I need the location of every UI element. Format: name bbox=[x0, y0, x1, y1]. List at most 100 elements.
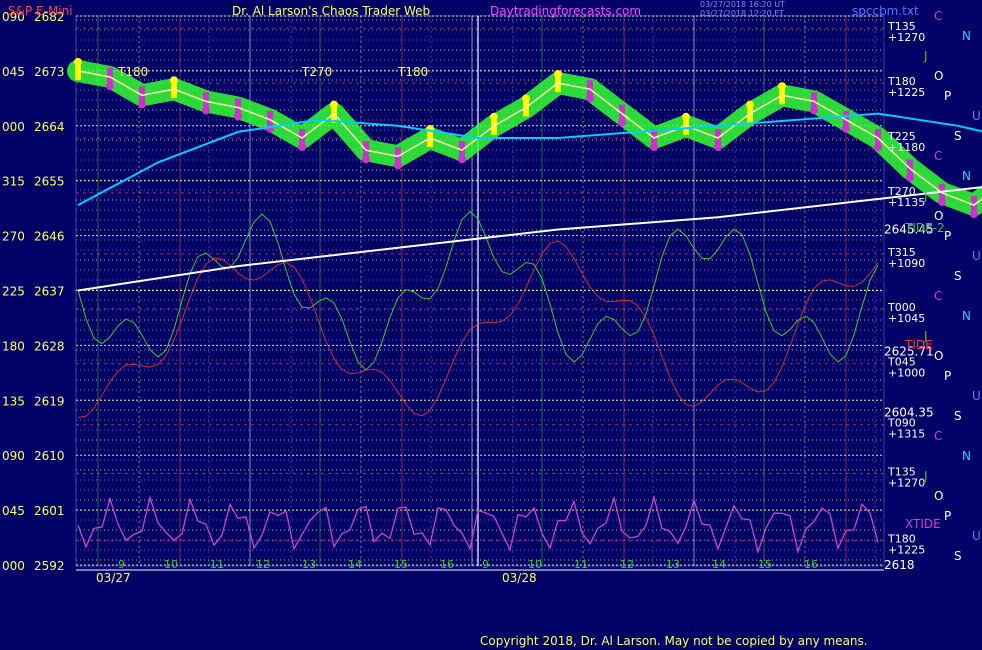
price-bar-cap bbox=[522, 94, 530, 103]
planet-letter: S bbox=[954, 129, 962, 143]
price-bar-cap bbox=[234, 112, 242, 121]
x-hour-label: 14 bbox=[348, 558, 362, 571]
planet-letter: P bbox=[944, 369, 951, 383]
price-bar-cap bbox=[554, 70, 562, 79]
y-angle-label: 000 bbox=[2, 559, 25, 573]
copyright: Copyright 2018, Dr. Al Larson. May not b… bbox=[480, 634, 868, 648]
price-bar-cap bbox=[714, 143, 722, 151]
tide-sub-label: +1315 bbox=[888, 428, 925, 441]
tide-sub-label: +1180 bbox=[888, 141, 925, 154]
x-hour-label: 10 bbox=[528, 558, 542, 571]
planet-letter: N bbox=[962, 309, 971, 323]
price-bar-cap bbox=[362, 155, 370, 164]
right-labels: T135+1270T180+1225T225+1180T270+1135T315… bbox=[884, 9, 981, 572]
planet-letter: U bbox=[972, 249, 981, 263]
planet-letter: C bbox=[934, 429, 942, 443]
right-value-label: 2604.35 bbox=[884, 406, 934, 420]
planet-letter: O bbox=[934, 349, 943, 363]
x-hour-label: 14 bbox=[712, 558, 726, 571]
site-link[interactable]: Daytradingforecasts.com bbox=[490, 4, 641, 18]
x-hour-label: 11 bbox=[210, 558, 224, 571]
timestamp-ut: 03/27/2018 16:20 UT bbox=[700, 0, 785, 9]
tide-tag-label: TIDE-2 bbox=[904, 221, 945, 235]
y-angle-label: 045 bbox=[2, 65, 25, 79]
price-bar-cap bbox=[394, 161, 402, 170]
y-angle-label: 045 bbox=[2, 504, 25, 518]
planet-letter: O bbox=[934, 489, 943, 503]
price-bar-cap bbox=[874, 143, 882, 151]
planet-letter: S bbox=[954, 269, 962, 283]
y-angle-label: 225 bbox=[2, 285, 25, 299]
planet-letter: P bbox=[944, 229, 951, 243]
tide-tag-label: XTIDE bbox=[905, 517, 941, 531]
price-bar-cap bbox=[970, 210, 978, 219]
y-angle-label: 090 bbox=[2, 449, 25, 463]
planet-letter: P bbox=[944, 89, 951, 103]
planet-letter: O bbox=[934, 209, 943, 223]
planet-letter: J bbox=[923, 329, 928, 343]
price-bar-cap bbox=[938, 197, 946, 206]
planet-letter: S bbox=[954, 549, 962, 563]
price-bar-cap bbox=[586, 94, 594, 103]
x-hour-label: 10 bbox=[164, 558, 178, 571]
price-bar-cap bbox=[746, 100, 754, 109]
y-price-label: 2601 bbox=[34, 504, 65, 518]
price-bar-cap bbox=[778, 82, 786, 91]
x-hour-label: 9 bbox=[118, 558, 125, 571]
chart-canvas: T180 T270 T180090 2682045 2673000 2664315 2655… bbox=[2, 9, 982, 585]
y-angle-label: 180 bbox=[2, 339, 25, 353]
data-file: spccbm.txt bbox=[852, 4, 919, 18]
time-mark-label: T180 bbox=[117, 65, 148, 79]
tide-tag-label: TIDE bbox=[904, 338, 933, 352]
price-bar-cap bbox=[842, 124, 850, 133]
timestamp-et: 03/27/2018 12:20 ET bbox=[700, 9, 785, 18]
planet-letter: N bbox=[962, 29, 971, 43]
planet-letter: P bbox=[944, 509, 951, 523]
price-bar-cap bbox=[138, 100, 146, 109]
price-bar-cap bbox=[170, 76, 178, 85]
price-bar-cap bbox=[106, 82, 114, 90]
x-hour-label: 16 bbox=[440, 558, 454, 571]
y-price-label: 2646 bbox=[34, 230, 65, 244]
price-bar-cap bbox=[682, 112, 690, 121]
planet-letter: J bbox=[923, 49, 928, 63]
price-bar-cap bbox=[650, 143, 658, 151]
y-price-label: 2664 bbox=[34, 120, 65, 134]
price-bar-cap bbox=[618, 118, 626, 127]
planet-letter: U bbox=[972, 389, 981, 403]
x-hour-label: 12 bbox=[256, 558, 270, 571]
y-angle-label: 315 bbox=[2, 175, 25, 189]
y-angle-label: 270 bbox=[2, 230, 25, 244]
right-value-label: 2618 bbox=[884, 558, 915, 572]
x-hour-label: 9 bbox=[482, 558, 489, 571]
x-hour-label: 13 bbox=[666, 558, 680, 571]
x-hour-label: 16 bbox=[804, 558, 818, 571]
planet-letter: N bbox=[962, 169, 971, 183]
price-bar-cap bbox=[906, 173, 914, 182]
x-hour-label: 15 bbox=[394, 558, 408, 571]
chart-title: Dr. Al Larson's Chaos Trader Web bbox=[232, 4, 431, 18]
tide-sub-label: +1045 bbox=[888, 312, 925, 325]
price-bar-cap bbox=[74, 57, 82, 66]
time-mark-label: T270 bbox=[301, 65, 332, 79]
price-bar-cap bbox=[458, 155, 466, 164]
y-angle-label: 135 bbox=[2, 394, 25, 408]
y-price-label: 2637 bbox=[34, 285, 65, 299]
price-bar-cap bbox=[330, 100, 338, 109]
price-bar-cap bbox=[810, 106, 818, 115]
planet-letter: U bbox=[972, 109, 981, 123]
tide-sub-label: +1225 bbox=[888, 544, 925, 557]
x-hour-label: 11 bbox=[574, 558, 588, 571]
tide-sub-label: +1225 bbox=[888, 86, 925, 99]
planet-letter: U bbox=[972, 529, 981, 543]
tide-sub-label: +1135 bbox=[888, 196, 925, 209]
planet-letter: C bbox=[934, 149, 942, 163]
planet-letter: J bbox=[923, 469, 928, 483]
y-price-label: 2592 bbox=[34, 559, 65, 573]
planet-letter: N bbox=[962, 449, 971, 463]
x-date-label: 03/27 bbox=[96, 571, 131, 585]
planet-letter: J bbox=[923, 189, 928, 203]
y-price-label: 2673 bbox=[34, 65, 65, 79]
price-bar-cap bbox=[490, 112, 498, 121]
y-price-label: 2619 bbox=[34, 394, 65, 408]
